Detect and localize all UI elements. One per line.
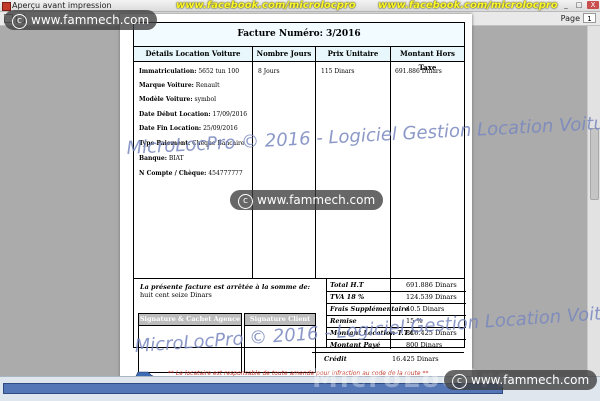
divider — [134, 61, 464, 62]
signature-agence-box: Signature & Cachet Agence — [138, 313, 242, 373]
scrollbar-thumb[interactable] — [590, 128, 599, 200]
column-header-days: Nombre Jours — [253, 47, 315, 61]
column-header-amount: Montant Hors Taxe — [391, 47, 464, 72]
fammech-watermark: c www.fammech.com — [4, 10, 158, 30]
copyright-icon: c — [452, 374, 467, 389]
copyright-icon: c — [12, 14, 27, 29]
fammech-watermark: c www.fammech.com — [230, 190, 384, 210]
column-header-details: Détails Location Voiture — [134, 47, 252, 61]
column-header-unit-price: Prix Unitaire — [316, 47, 390, 61]
page-number-input[interactable]: 1 — [583, 13, 596, 23]
prix-unitaire-value: 115 Dinars — [321, 68, 355, 75]
facebook-url-watermark: www.facebook.com/microlocpro — [176, 0, 356, 11]
montant-ht-value: 691.886 Dinars — [395, 68, 442, 75]
divider — [315, 47, 316, 278]
modele-row: Modèle Voiture: symbol — [139, 96, 217, 103]
immatriculation-row: Immatriculation: 5652 tun 100 — [139, 68, 240, 75]
amount-in-words: La présente facture est arrêtée à la som… — [140, 283, 330, 299]
maximize-button[interactable]: □ — [573, 1, 585, 9]
minimize-button[interactable]: _ — [560, 1, 572, 9]
arretee-label: La présente facture est arrêtée à la som… — [140, 283, 311, 291]
invoice: Facture Numéro: 3/2016 Détails Location … — [133, 22, 466, 373]
signature-client-label: Signature Client — [245, 314, 315, 326]
marque-row: Marque Voiture: Renault — [139, 82, 220, 89]
total-row: Montant Payé 800 Dinars — [330, 341, 443, 349]
facebook-url-watermark: www.facebook.com/microlocpro — [378, 0, 558, 11]
banque-row: Banque: BIAT — [139, 155, 184, 162]
page-label: Page — [560, 14, 580, 23]
signature-client-box: Signature Client — [244, 313, 316, 373]
nombre-jours-value: 8 Jours — [258, 68, 280, 75]
paiement-row: Type Paiement: Chèque Bancaire — [139, 140, 245, 147]
signature-agence-label: Signature & Cachet Agence — [139, 314, 241, 326]
copyright-icon: c — [238, 194, 253, 209]
arretee-value: huit cent seize Dinars — [140, 291, 212, 299]
close-button[interactable]: X — [587, 1, 599, 9]
compte-row: N Compte / Chèque: 454777777 — [139, 170, 243, 177]
date-fin-row: Date Fin Location: 25/09/2016 — [139, 125, 238, 132]
fammech-watermark: c www.fammech.com — [444, 370, 598, 390]
invoice-title: Facture Numéro: 3/2016 — [134, 23, 464, 47]
divider — [252, 47, 253, 278]
vertical-scrollbar[interactable] — [587, 26, 600, 376]
date-debut-row: Date Début Location: 17/09/2016 — [139, 111, 248, 118]
